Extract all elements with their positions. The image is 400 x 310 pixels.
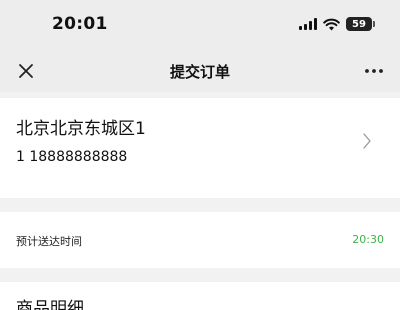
status-bar: 20:01 59	[0, 0, 400, 50]
product-details-section: 商品明细	[0, 282, 400, 310]
chevron-right-icon	[363, 133, 371, 149]
status-icons: 59	[299, 17, 375, 31]
status-time: 20:01	[52, 14, 108, 34]
address-line: 北京北京东城区1	[16, 119, 146, 139]
page-title: 提交订单	[169, 63, 230, 81]
contact-phone: 1 18888888888	[16, 149, 128, 165]
wifi-icon	[323, 18, 340, 30]
nav-bar: 提交订单	[0, 50, 400, 92]
delivery-time-label: 预计送达时间	[16, 235, 82, 248]
product-details-title: 商品明细	[16, 299, 84, 310]
delivery-time-value: 20:30	[352, 233, 384, 246]
address-card[interactable]: 北京北京东城区1 1 18888888888	[0, 98, 400, 198]
delivery-time-row[interactable]: 预计送达时间 20:30	[0, 212, 400, 268]
signal-icon	[299, 18, 317, 30]
battery-icon: 59	[346, 17, 375, 31]
more-icon[interactable]	[362, 61, 386, 81]
